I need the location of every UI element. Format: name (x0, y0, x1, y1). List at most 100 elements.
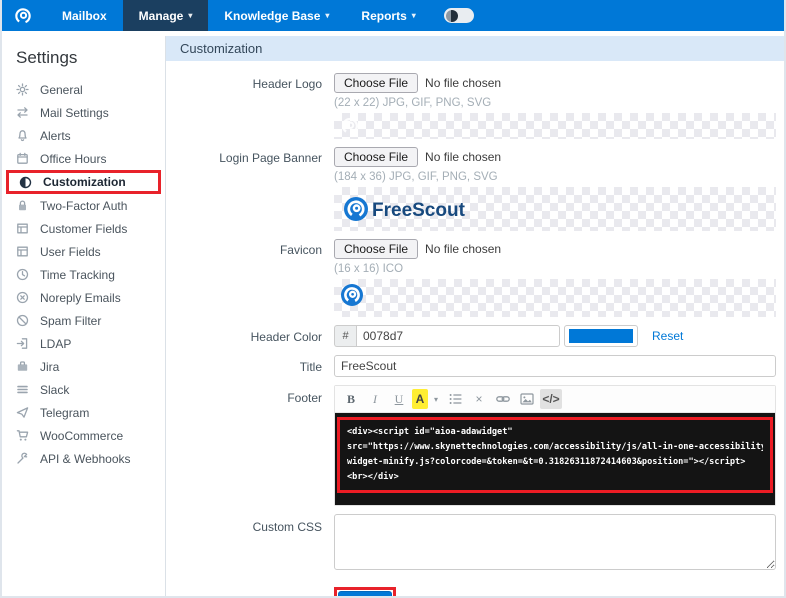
sidebar-item-label: LDAP (40, 337, 71, 351)
save-annotation-box: Save (334, 587, 396, 598)
sidebar-item-slack[interactable]: Slack (2, 378, 165, 401)
link-button[interactable] (492, 389, 514, 409)
sidebar-item-label: Customization (43, 175, 126, 189)
footer-label: Footer (166, 385, 334, 506)
italic-button[interactable]: I (364, 389, 386, 409)
login-banner-file-status: No file chosen (425, 150, 501, 164)
nav-item-manage[interactable]: Manage▾ (123, 0, 209, 31)
underline-button[interactable]: U (388, 389, 410, 409)
color-swatch-box[interactable] (564, 325, 638, 347)
code-view-button[interactable]: </> (540, 389, 562, 409)
sidebar-item-time-tracking[interactable]: Time Tracking (2, 263, 165, 286)
footer-code-line: widget-minify.js?colorcode=&token=&t=0.3… (347, 455, 763, 470)
wrench-icon (16, 452, 30, 465)
banner-brand-text: FreeScout (372, 200, 466, 221)
sidebar-item-jira[interactable]: Jira (2, 355, 165, 378)
login-banner-choose-file-button[interactable]: Choose File (334, 147, 418, 167)
header-logo-preview (334, 113, 776, 139)
sidebar-item-woocommerce[interactable]: WooCommerce (2, 424, 165, 447)
sidebar-item-ldap[interactable]: LDAP (2, 332, 165, 355)
custom-css-textarea[interactable] (334, 514, 776, 570)
image-button[interactable] (516, 389, 538, 409)
ban-icon (16, 314, 30, 327)
header-logo-choose-file-button[interactable]: Choose File (334, 73, 418, 93)
freescout-settings-page: MailboxManage▾Knowledge Base▾Reports▾ Se… (0, 0, 786, 598)
custom-css-label: Custom CSS (166, 514, 334, 575)
footer-code-highlight: <div><script id="aioa-adawidget"src="htt… (337, 417, 773, 493)
login-banner-preview: FreeScout (334, 187, 776, 231)
header-color-label: Header Color (166, 325, 334, 347)
color-caret-button[interactable]: ▾ (430, 389, 442, 409)
favicon-label: Favicon (166, 239, 334, 317)
header-logo-hint: (22 x 22) JPG, GIF, PNG, SVG (334, 97, 776, 109)
sidebar-item-office-hours[interactable]: Office Hours (2, 147, 165, 170)
clock-icon (16, 268, 30, 281)
sidebar-item-alerts[interactable]: Alerts (2, 124, 165, 147)
sidebar-item-spam-filter[interactable]: Spam Filter (2, 309, 165, 332)
sidebar-item-telegram[interactable]: Telegram (2, 401, 165, 424)
nav-item-reports[interactable]: Reports ▾ (345, 0, 431, 31)
main-content: Customization Header Logo Choose File No… (166, 36, 784, 598)
save-row: Save (166, 585, 776, 598)
freescout-banner-logo: FreeScout (342, 194, 470, 224)
favicon-hint: (16 x 16) ICO (334, 263, 776, 275)
sidebar-item-customization[interactable]: Customization (6, 170, 161, 194)
sidebar-item-two-factor-auth[interactable]: Two-Factor Auth (2, 194, 165, 217)
sidebar-item-label: Mail Settings (40, 106, 109, 120)
dark-mode-toggle[interactable] (444, 8, 474, 23)
unordered-list-button[interactable] (444, 389, 466, 409)
chevron-down-icon: ▾ (412, 11, 416, 20)
sidebar-item-user-fields[interactable]: User Fields (2, 240, 165, 263)
nav-item-label: Reports (361, 9, 406, 23)
bold-button[interactable]: B (340, 389, 362, 409)
sidebar-item-label: User Fields (40, 245, 101, 259)
title-input[interactable] (334, 355, 776, 377)
exchange-arrows-icon (16, 106, 30, 119)
sidebar-title: Settings (2, 44, 165, 78)
footer-code-area[interactable]: <div><script id="aioa-adawidget"src="htt… (335, 413, 775, 505)
font-color-button[interactable]: A (412, 389, 428, 409)
sidebar-item-label: Telegram (40, 406, 89, 420)
login-banner-label: Login Page Banner (166, 147, 334, 231)
favicon-choose-file-button[interactable]: Choose File (334, 239, 418, 259)
login-banner-hint: (184 x 36) JPG, GIF, PNG, SVG (334, 171, 776, 183)
footer-code-line: src="https://www.skynettechnologies.com/… (347, 440, 763, 455)
footer-editor-toolbar: BIUA▾ × </> (335, 386, 775, 413)
sidebar-item-customer-fields[interactable]: Customer Fields (2, 217, 165, 240)
sidebar-item-label: Noreply Emails (40, 291, 121, 305)
title-label: Title (166, 355, 334, 377)
sidebar-item-label: Customer Fields (40, 222, 127, 236)
header-logo-file-status: No file chosen (425, 76, 501, 90)
nav-item-mailbox[interactable]: Mailbox (46, 0, 123, 31)
lock-icon (16, 199, 30, 212)
favicon-row: Favicon Choose File No file chosen (16 x… (166, 239, 776, 317)
footer-row: Footer BIUA▾ × </> <div><script id="aioa-a… (166, 385, 776, 506)
sidebar-item-noreply-emails[interactable]: Noreply Emails (2, 286, 165, 309)
nav-item-label: Knowledge Base (224, 9, 320, 23)
chevron-down-icon: ▾ (325, 11, 329, 20)
favicon-file-status: No file chosen (425, 242, 501, 256)
clear-format-button[interactable]: × (468, 389, 490, 409)
favicon-preview (334, 279, 776, 317)
calendar-icon (16, 152, 30, 165)
sidebar-item-general[interactable]: General (2, 78, 165, 101)
reset-color-link[interactable]: Reset (652, 329, 683, 343)
save-button[interactable]: Save (338, 591, 392, 598)
freescout-logo-icon[interactable] (0, 0, 46, 31)
sidebar-item-label: Jira (40, 360, 59, 374)
customization-form: Header Logo Choose File No file chosen (… (166, 61, 784, 598)
nav-item-knowledge-base[interactable]: Knowledge Base ▾ (208, 0, 345, 31)
table-icon (16, 245, 30, 258)
sidebar-item-label: Alerts (40, 129, 71, 143)
nav-item-label: Manage (139, 9, 184, 23)
top-navbar: MailboxManage▾ Knowledge Base ▾ Reports ▾ (0, 0, 786, 31)
bell-icon (16, 129, 30, 142)
sidebar-item-api-webhooks[interactable]: API & Webhooks (2, 447, 165, 470)
toggle-knob (446, 10, 458, 22)
header-color-input[interactable] (356, 325, 560, 347)
sidebar-item-mail-settings[interactable]: Mail Settings (2, 101, 165, 124)
circle-x-icon (16, 291, 30, 304)
page-title: Customization (166, 36, 784, 61)
slack-bars-icon (16, 383, 30, 396)
title-row: Title (166, 355, 776, 377)
